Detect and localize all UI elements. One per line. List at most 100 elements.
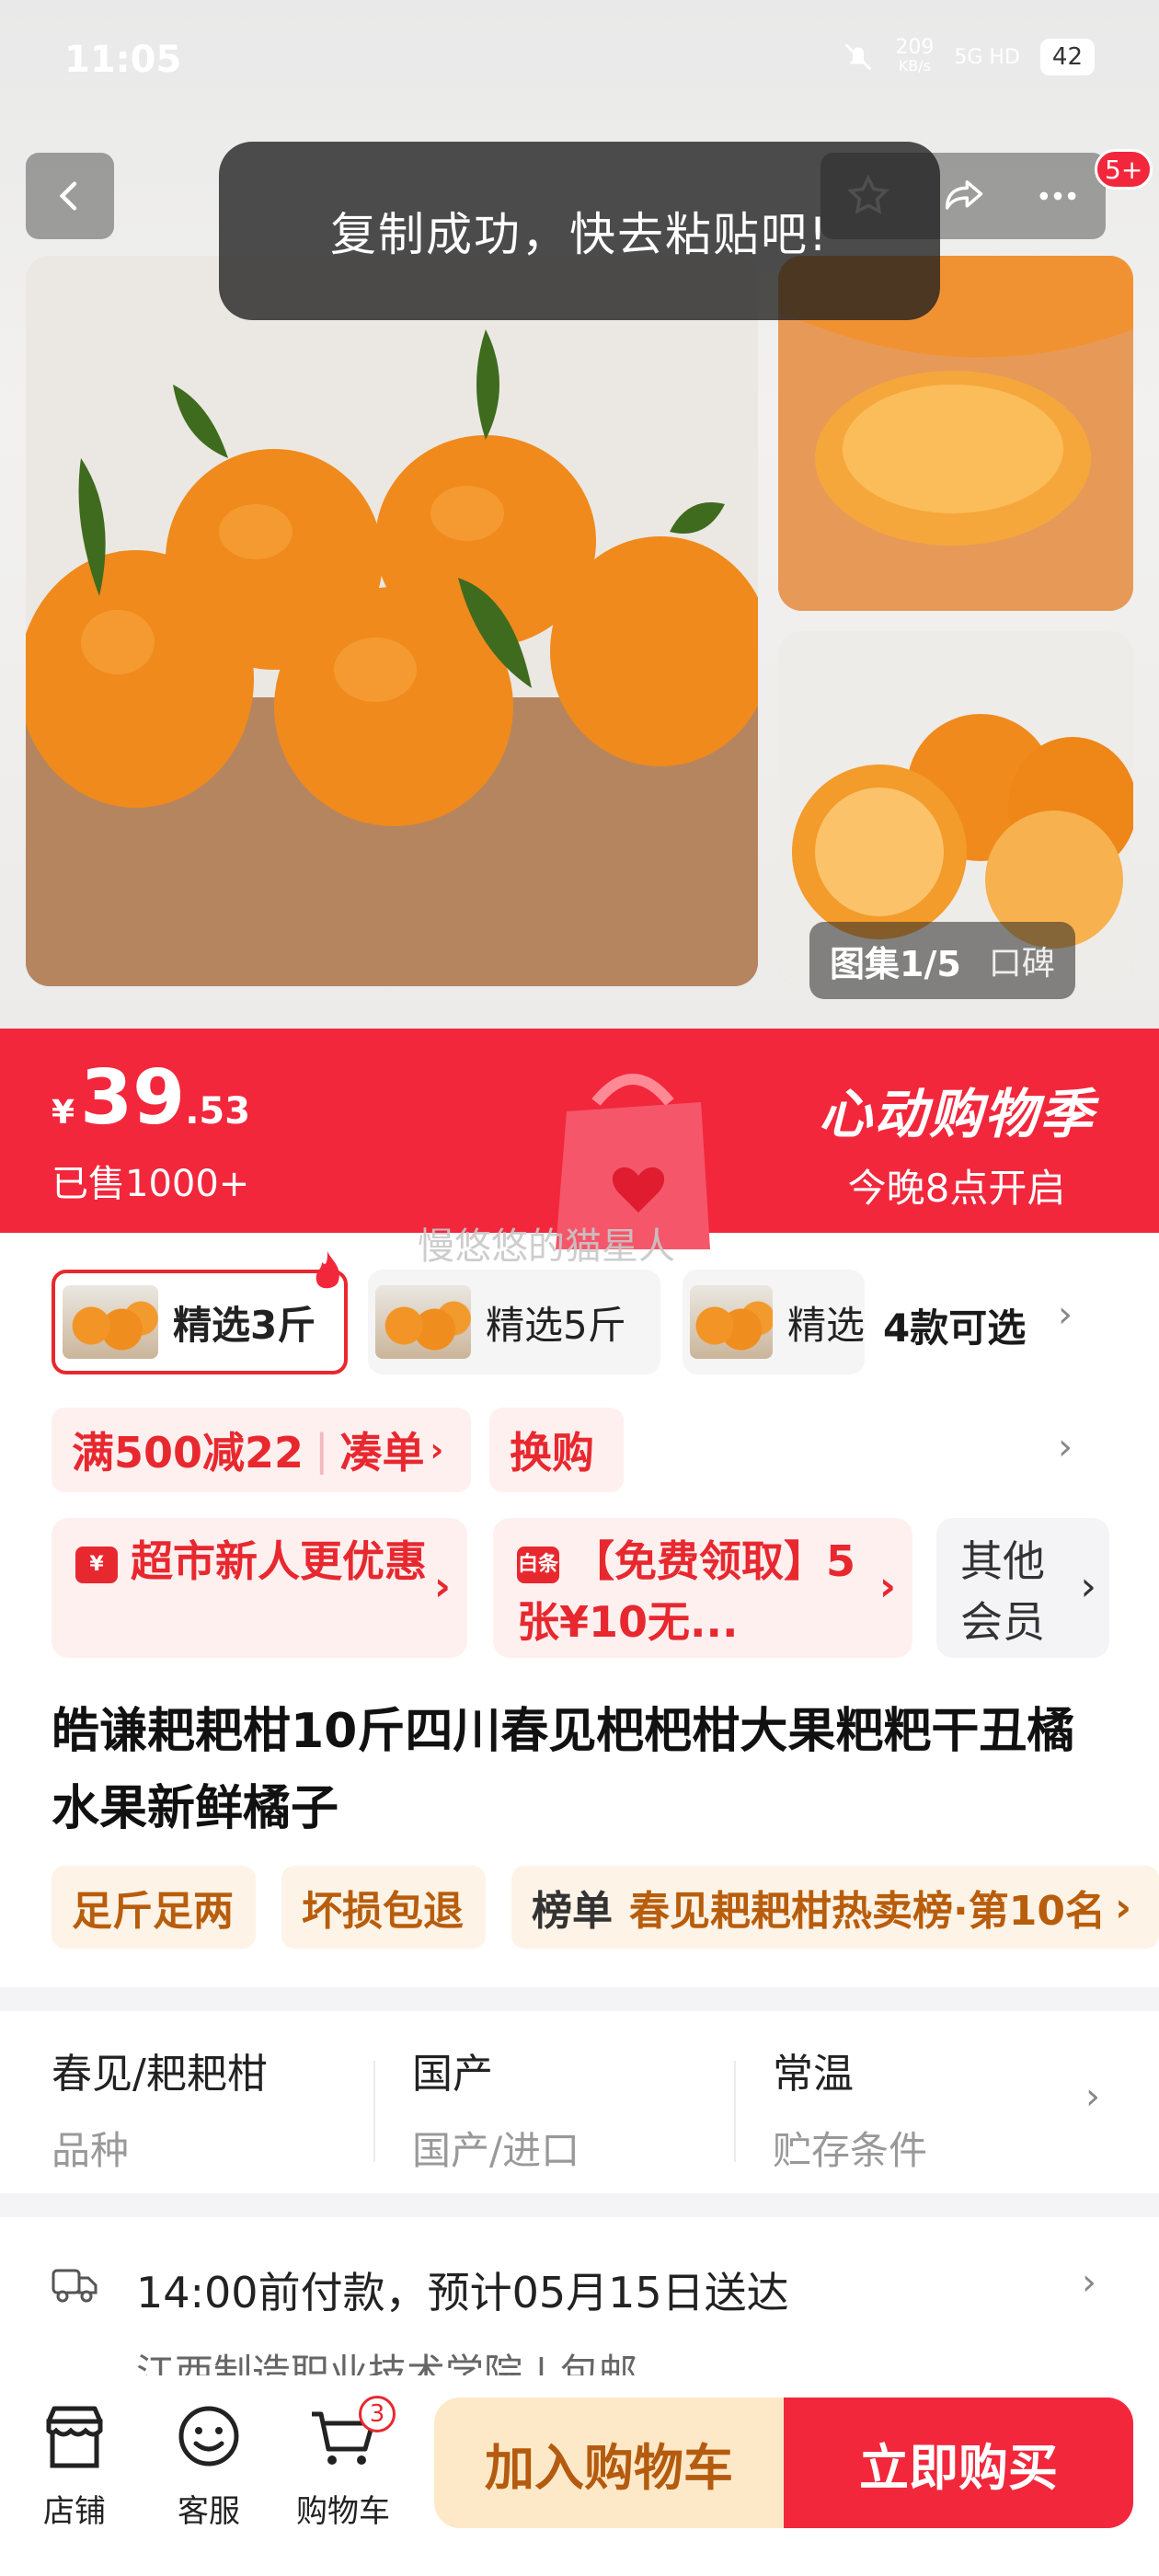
oranges-illustration <box>26 256 758 986</box>
sku-label: 精选5斤 <box>486 1302 626 1348</box>
product-gallery[interactable]: 11:05 209 KB/s 5G HD 42 5+ 复制成功，快去粘贴吧! 图… <box>0 0 1159 1029</box>
exchange-promo[interactable]: 换购 <box>489 1408 624 1492</box>
network-type: 5G HD <box>954 45 1020 69</box>
status-time: 11:05 <box>64 39 182 81</box>
service-label: 客服 <box>178 2493 240 2530</box>
product-attributes[interactable]: 春见/耙耙柑 品种 国产 国产/进口 常温 贮存条件 › <box>0 2013 1159 2193</box>
festival-subtitle: 今晚8点开启 <box>847 1166 1066 1211</box>
attribute-key: 品种 <box>52 2128 130 2173</box>
net-speed-unit: KB/s <box>898 57 931 75</box>
ranking-tag[interactable]: 榜单 春见耙耙柑热卖榜·第10名 › <box>511 1866 1159 1949</box>
more-icon[interactable] <box>1034 172 1082 220</box>
coupon-text: 其他会员 <box>960 1536 1045 1647</box>
tag-damage-refund: 坏损包退 <box>281 1866 486 1949</box>
sku-label: 精选 <box>786 1302 865 1348</box>
promo-divider: | <box>315 1425 329 1475</box>
sku-option-3jin[interactable]: 精选3斤 <box>52 1270 348 1374</box>
attribute-separator <box>373 2061 375 2162</box>
product-title[interactable]: 皓谦耙耙柑10斤四川春见杷杷柑大果粑粑干丑橘水果新鲜橘子 <box>52 1693 1109 1847</box>
delivery-estimate: 14:00前付款，预计05月15日送达 <box>136 2268 789 2317</box>
shop-button[interactable]: 店铺 <box>24 2403 125 2531</box>
back-button[interactable] <box>26 153 114 239</box>
attribute-value: 常温 <box>773 2051 854 2098</box>
chevron-right-icon[interactable]: › <box>1058 1294 1073 1336</box>
mute-icon <box>844 43 872 71</box>
ranking-label: 榜单 <box>532 1888 613 1935</box>
chevron-right-icon: › <box>430 1431 444 1469</box>
section-divider <box>0 2193 1159 2217</box>
baitiao-coupon[interactable]: 白条 【免费领取】5张¥10无... › <box>493 1518 912 1658</box>
sku-option-5jin[interactable]: 精选5斤 <box>368 1270 660 1374</box>
price-decimal: .53 <box>185 1090 251 1133</box>
shopping-festival-banner[interactable]: 心动购物季 今晚8点开启 <box>819 1071 1095 1213</box>
gather-order-link[interactable]: 凑单 <box>340 1420 425 1480</box>
ranking-text: 春见耙耙柑热卖榜·第10名 <box>629 1888 1106 1935</box>
chevron-right-icon: › <box>1085 2076 1100 2118</box>
truck-icon <box>52 2269 98 2303</box>
copy-success-toast: 复制成功，快去粘贴吧! <box>219 142 940 320</box>
price-banner: ¥ 39 .53 已售1000+ 心动购物季 今晚8点开启 <box>0 1029 1159 1249</box>
net-speed-value: 209 <box>895 36 935 59</box>
attribute-origin: 国产 国产/进口 <box>412 2041 580 2176</box>
sku-count[interactable]: 4款可选 <box>883 1297 1026 1353</box>
attribute-value: 国产 <box>412 2051 493 2098</box>
other-member-coupon[interactable]: 其他会员 › <box>936 1518 1109 1658</box>
sku-selector: 精选3斤 精选5斤 精选 4款可选 › <box>52 1251 1119 1376</box>
watermark-text: 慢悠悠的猫星人 <box>418 1225 675 1268</box>
status-icons: 209 KB/s 5G HD 42 <box>842 36 1095 75</box>
gallery-tabs: 图集1/5 口碑 <box>809 922 1075 999</box>
price-currency: ¥ <box>52 1094 75 1132</box>
buy-now-button[interactable]: 立即购买 <box>784 2398 1133 2528</box>
new-user-coupon[interactable]: ¥ 超市新人更优惠 › <box>52 1518 467 1658</box>
customer-service-button[interactable]: 客服 <box>158 2403 259 2531</box>
baitiao-icon: 白条 <box>517 1546 559 1583</box>
attribute-storage: 常温 贮存条件 <box>773 2041 927 2176</box>
net-speed: 209 KB/s <box>895 36 935 75</box>
discount-promo[interactable]: 满500减22 | 凑单 › <box>52 1408 471 1492</box>
coupon-text: 超市新人更优惠 <box>131 1536 427 1586</box>
cart-count-badge: 3 <box>359 2396 396 2432</box>
coupon-text: 【免费领取】5张¥10无... <box>517 1536 856 1647</box>
shop-label: 店铺 <box>43 2493 106 2530</box>
tab-album[interactable]: 图集1/5 <box>830 936 961 986</box>
bottom-action-bar: 店铺 客服 购物车 3 加入购物车 立即购买 <box>0 2375 1159 2576</box>
message-badge: 5+ <box>1095 149 1153 190</box>
chevron-left-icon <box>59 181 77 211</box>
attribute-variety: 春见/耙耙柑 品种 <box>52 2041 268 2176</box>
chevron-right-icon: › <box>878 1563 896 1610</box>
attribute-separator <box>734 2061 736 2162</box>
price: ¥ 39 .53 <box>52 1054 250 1142</box>
sku-option-more[interactable]: 精选 <box>683 1270 865 1374</box>
sold-count: 已售1000+ <box>52 1163 250 1205</box>
discount-text: 满500减22 <box>72 1428 304 1478</box>
chevron-right-icon: › <box>1080 1563 1096 1610</box>
chevron-right-icon[interactable]: › <box>1058 1426 1073 1468</box>
section-divider <box>0 1987 1159 2011</box>
sku-thumbnail <box>375 1285 471 1359</box>
coupon-icon: ¥ <box>75 1546 118 1583</box>
hot-fire-icon <box>316 1251 339 1289</box>
attribute-value: 春见/耙耙柑 <box>52 2051 268 2098</box>
status-bar: 11:05 209 KB/s 5G HD 42 <box>0 0 1159 120</box>
chevron-right-icon: › <box>1114 1883 1132 1931</box>
sku-label: 精选3斤 <box>173 1302 316 1348</box>
sku-thumbnail <box>63 1285 158 1359</box>
chevron-right-icon: › <box>433 1563 451 1610</box>
main-product-image[interactable] <box>26 256 758 986</box>
sku-thumbnail <box>690 1285 773 1359</box>
product-page: 11:05 209 KB/s 5G HD 42 5+ 复制成功，快去粘贴吧! 图… <box>0 0 1159 2576</box>
cart-label: 购物车 <box>296 2493 390 2530</box>
store-icon <box>46 2406 103 2468</box>
festival-title: 心动购物季 <box>818 1083 1095 1145</box>
attribute-key: 国产/进口 <box>412 2128 580 2173</box>
price-integer: 39 <box>80 1054 186 1142</box>
chevron-right-icon: › <box>1082 2261 1096 2304</box>
smile-chat-icon <box>178 2406 239 2467</box>
share-icon[interactable] <box>939 172 987 220</box>
tag-full-weight: 足斤足两 <box>52 1866 256 1949</box>
battery-indicator: 42 <box>1039 39 1095 75</box>
add-to-cart-button[interactable]: 加入购物车 <box>434 2398 784 2528</box>
exchange-text: 换购 <box>510 1428 594 1478</box>
attribute-key: 贮存条件 <box>773 2128 928 2173</box>
tab-reviews[interactable]: 口碑 <box>989 937 1055 984</box>
